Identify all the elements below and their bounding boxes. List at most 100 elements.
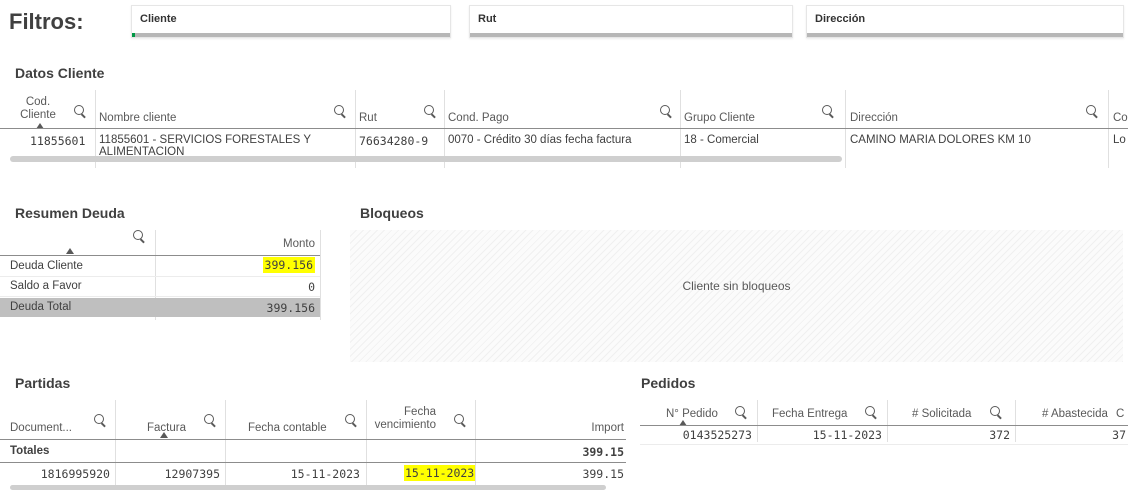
column-divider [1015,400,1016,442]
row-deuda-total-label: Deuda Total [10,301,72,313]
search-icon[interactable] [334,105,344,115]
col-direccion[interactable]: Dirección [850,112,898,124]
col-co[interactable]: Co [1113,112,1128,124]
cell-fecha-entrega: 15-11-2023 [812,428,882,442]
search-icon[interactable] [1086,105,1096,115]
search-icon[interactable] [424,105,434,115]
column-divider [845,90,846,168]
header-divider [0,439,626,440]
search-icon[interactable] [865,406,875,416]
search-icon[interactable] [735,406,745,416]
horizontal-scrollbar[interactable] [10,485,606,490]
filter-direccion[interactable]: Dirección [806,5,1124,38]
column-divider [1108,90,1109,168]
header-divider [640,425,1128,426]
pedidos-title: Pedidos [641,375,696,391]
cell-fecha-contable: 15-11-2023 [290,467,360,481]
horizontal-scrollbar[interactable] [10,156,842,162]
search-icon[interactable] [660,105,670,115]
filter-cliente[interactable]: Cliente [131,5,451,38]
cell-documento: 1816995920 [40,467,110,481]
totals-divider [0,462,626,463]
search-icon[interactable] [454,414,464,424]
sort-asc-icon [66,248,74,254]
datos-cliente-title: Datos Cliente [15,65,105,81]
search-icon[interactable] [822,105,832,115]
col-fecha-entrega[interactable]: Fecha Entrega [772,408,847,420]
totales-label: Totales [10,445,50,457]
column-divider [320,230,321,320]
cell-fecha-vencimiento: 15-11-2023 [404,465,476,481]
filter-cliente-indicator [132,33,135,37]
col-c[interactable]: C [1116,408,1124,420]
row-saldo-favor-label: Saldo a Favor [10,280,82,292]
sort-asc-icon [160,432,168,438]
cell-co: Lo [1113,134,1126,146]
column-divider [115,400,116,490]
cell-nombre-line1: 11855601 - SERVICIOS FORESTALES Y [99,134,311,146]
filter-cliente-bar [132,33,450,37]
column-divider [887,400,888,442]
highlighted-value: 399.156 [262,257,315,273]
col-grupo-cliente[interactable]: Grupo Cliente [684,112,755,124]
col-monto[interactable]: Monto [160,238,315,250]
datos-cliente-table: Cod. Cliente Nombre cliente Rut Cond. Pa… [0,90,1128,170]
header-divider [0,128,1128,129]
cell-factura: 12907395 [164,467,220,481]
col-n-pedido[interactable]: N° Pedido [666,408,718,420]
cell-cond-pago: 0070 - Crédito 30 días fecha factura [448,134,632,146]
col-nombre-cliente[interactable]: Nombre cliente [99,112,176,124]
row-deuda-total-value: 399.156 [266,301,315,315]
partidas-title: Partidas [15,375,71,391]
cell-importe: 399.15 [582,467,624,481]
filters-title: Filtros: [9,9,84,34]
totales-value: 399.15 [582,445,624,459]
header-divider [0,255,320,256]
row-deuda-cliente-value: 399.156 [160,257,315,273]
bloqueos-title: Bloqueos [360,205,424,221]
filter-rut-bar [470,33,792,37]
search-icon[interactable] [74,105,84,115]
cell-abastecida: 37 [1112,428,1126,442]
cell-n-pedido: 0143525273 [682,428,752,442]
resumen-deuda-title: Resumen Deuda [15,205,125,221]
column-divider [225,400,226,490]
cell-solicitada: 372 [989,428,1010,442]
cell-grupo-cliente: 18 - Comercial [684,134,759,146]
pedidos-table: N° Pedido Fecha Entrega # Solicitada # A… [640,400,1128,460]
column-divider [757,400,758,442]
col-abastecida[interactable]: # Abastecida [1042,408,1108,420]
cell-cod-cliente: 11855601 [30,134,86,148]
row-divider [0,296,320,297]
filter-rut-label: Rut [478,13,497,25]
filter-direccion-bar [807,33,1123,37]
filter-cliente-label: Cliente [140,13,177,25]
row-divider [640,444,1128,445]
search-icon[interactable] [345,414,355,424]
search-icon[interactable] [94,414,104,424]
cell-nombre-cliente: 11855601 - SERVICIOS FORESTALES Y ALIMEN… [99,134,311,158]
col-cond-pago[interactable]: Cond. Pago [448,112,509,124]
col-fecha-vencimiento[interactable]: Fecha vencimiento [368,406,436,432]
col-solicitada[interactable]: # Solicitada [912,408,971,420]
cell-direccion: CAMINO MARIA DOLORES KM 10 [850,134,1031,146]
cell-rut: 76634280-9 [359,134,429,148]
filter-rut[interactable]: Rut [469,5,793,38]
col-fecha-contable[interactable]: Fecha contable [248,422,327,434]
column-divider [366,400,367,490]
col-importe[interactable]: Import [560,422,624,434]
search-icon[interactable] [204,414,214,424]
filter-direccion-label: Dirección [815,13,866,25]
col-cod-cliente[interactable]: Cod. Cliente [18,96,58,122]
partidas-table: Document... Factura Fecha contable Fecha… [0,400,626,493]
highlighted-value: 15-11-2023 [404,465,476,481]
resumen-deuda-table: Monto Deuda Cliente 399.156 Saldo a Favo… [0,230,340,325]
bloqueos-message: Cliente sin bloqueos [682,279,791,293]
row-deuda-cliente-label: Deuda Cliente [10,260,83,272]
search-icon[interactable] [133,230,143,240]
row-divider [0,276,320,277]
col-rut[interactable]: Rut [359,112,377,124]
col-documento[interactable]: Document... [10,422,72,434]
bloqueos-panel: Cliente sin bloqueos [350,230,1123,362]
search-icon[interactable] [990,406,1000,416]
